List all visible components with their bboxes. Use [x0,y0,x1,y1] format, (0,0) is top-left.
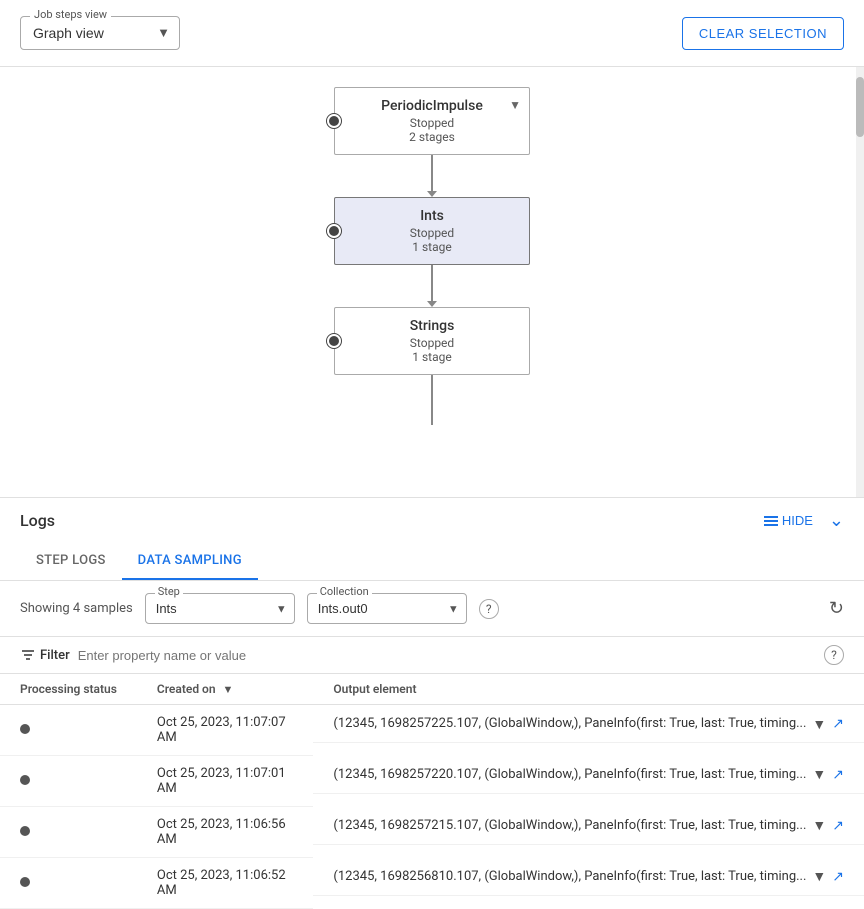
node-status: Stopped [410,336,454,350]
tabs-row: STEP LOGS DATA SAMPLING [0,543,864,581]
table-header: Processing status Created on ▼ Output el… [0,674,864,705]
node-bullet-icon [327,224,341,238]
hide-button[interactable]: HIDE [764,513,813,528]
row-external-link-button[interactable]: ↗ [832,766,844,783]
output-cell: (12345, 1698257220.107, (GlobalWindow,),… [313,756,864,794]
table-row: Oct 25, 2023, 11:06:52 AM (12345, 169825… [0,858,864,909]
table-row: Oct 25, 2023, 11:06:56 AM (12345, 169825… [0,807,864,858]
created-on-cell: Oct 25, 2023, 11:07:01 AM [137,756,314,807]
filter-icon-label: Filter [20,647,70,663]
tab-data-sampling[interactable]: DATA SAMPLING [122,543,258,580]
sort-desc-icon: ▼ [223,683,234,696]
view-selector[interactable]: Graph view [20,16,180,50]
output-text: (12345, 1698257215.107, (GlobalWindow,),… [333,818,806,833]
node-title: Ints [420,208,444,224]
created-on-cell: Oct 25, 2023, 11:07:07 AM [137,705,314,756]
table-row: Oct 25, 2023, 11:07:07 AM (12345, 169825… [0,705,864,756]
collection-field-group: Collection Ints.out0 ▼ [307,593,467,624]
filter-row: Filter ? [0,636,864,674]
node-bullet-icon [327,114,341,128]
node-substatus: 1 stage [412,350,451,364]
data-table: Processing status Created on ▼ Output el… [0,674,864,909]
filter-help-icon[interactable]: ? [824,645,844,665]
filter-input[interactable] [78,648,824,663]
logs-title: Logs [20,511,55,530]
scrollbar-track[interactable] [856,67,864,497]
node-ints[interactable]: Ints Stopped 1 stage [334,197,530,265]
logs-header: Logs HIDE ⌄ [0,498,864,543]
view-selector-label: Job steps view [30,8,111,21]
row-expand-button[interactable]: ▼ [812,716,826,732]
logs-panel: Logs HIDE ⌄ STEP LOGS DATA SAMPLING Show… [0,497,864,909]
controls-row: Showing 4 samples Step Ints PeriodicImpu… [0,581,864,636]
output-text: (12345, 1698257220.107, (GlobalWindow,),… [333,767,806,782]
scrollbar-thumb[interactable] [856,77,864,137]
step-field-label: Step [155,585,183,598]
output-cell: (12345, 1698257225.107, (GlobalWindow,),… [313,705,864,743]
hide-label: HIDE [782,513,813,528]
status-cell [0,858,137,909]
status-cell [0,807,137,858]
connector-line [431,265,433,301]
row-external-link-button[interactable]: ↗ [832,817,844,834]
collection-field-label: Collection [317,585,372,598]
step-field-group: Step Ints PeriodicImpulse Strings ▼ [145,593,295,624]
created-on-cell: Oct 25, 2023, 11:06:56 AM [137,807,314,858]
status-dot [20,775,30,785]
collection-help-icon[interactable]: ? [479,599,499,619]
toolbar: Job steps view Graph view ▼ CLEAR SELECT… [0,0,864,67]
node-title: Strings [410,318,455,334]
connector-line [431,155,433,191]
table-body: Oct 25, 2023, 11:07:07 AM (12345, 169825… [0,705,864,909]
output-cell: (12345, 1698257215.107, (GlobalWindow,),… [313,807,864,845]
status-dot [20,877,30,887]
node-substatus: 2 stages [409,130,455,144]
node-bullet-icon [327,334,341,348]
output-text: (12345, 1698256810.107, (GlobalWindow,),… [333,869,806,884]
clear-selection-button[interactable]: CLEAR SELECTION [682,17,844,50]
node-substatus: 1 stage [412,240,451,254]
node-periodic-impulse[interactable]: ▼ PeriodicImpulse Stopped 2 stages [334,87,530,155]
node-strings[interactable]: Strings Stopped 1 stage [334,307,530,375]
output-text: (12345, 1698257225.107, (GlobalWindow,),… [333,716,806,731]
graph-nodes: ▼ PeriodicImpulse Stopped 2 stages Ints … [334,87,530,425]
created-on-cell: Oct 25, 2023, 11:06:52 AM [137,858,314,909]
showing-label: Showing 4 samples [20,601,133,616]
filter-left: Filter [20,647,824,663]
connector-line [431,375,433,425]
view-selector-wrapper: Job steps view Graph view ▼ [20,16,180,50]
col-processing-status: Processing status [0,674,137,705]
refresh-button[interactable]: ↻ [829,598,844,619]
filter-icon [20,647,36,663]
node-status: Stopped [410,116,454,130]
tab-step-logs[interactable]: STEP LOGS [20,543,122,580]
row-expand-button[interactable]: ▼ [812,766,826,782]
expand-logs-icon[interactable]: ⌄ [829,510,844,531]
node-status: Stopped [410,226,454,240]
output-cell: (12345, 1698256810.107, (GlobalWindow,),… [313,858,864,896]
table-row: Oct 25, 2023, 11:07:01 AM (12345, 169825… [0,756,864,807]
node-title: PeriodicImpulse [381,98,483,114]
status-dot [20,826,30,836]
col-created-on[interactable]: Created on ▼ [137,674,314,705]
hide-lines-icon [764,516,778,526]
row-expand-button[interactable]: ▼ [812,868,826,884]
filter-label: Filter [40,648,70,663]
chevron-down-icon[interactable]: ▼ [509,98,521,112]
row-expand-button[interactable]: ▼ [812,817,826,833]
status-cell [0,756,137,807]
row-external-link-button[interactable]: ↗ [832,715,844,732]
col-output-element: Output element [313,674,864,705]
row-external-link-button[interactable]: ↗ [832,868,844,885]
graph-area: ▼ PeriodicImpulse Stopped 2 stages Ints … [0,67,864,497]
status-dot [20,724,30,734]
status-cell [0,705,137,756]
